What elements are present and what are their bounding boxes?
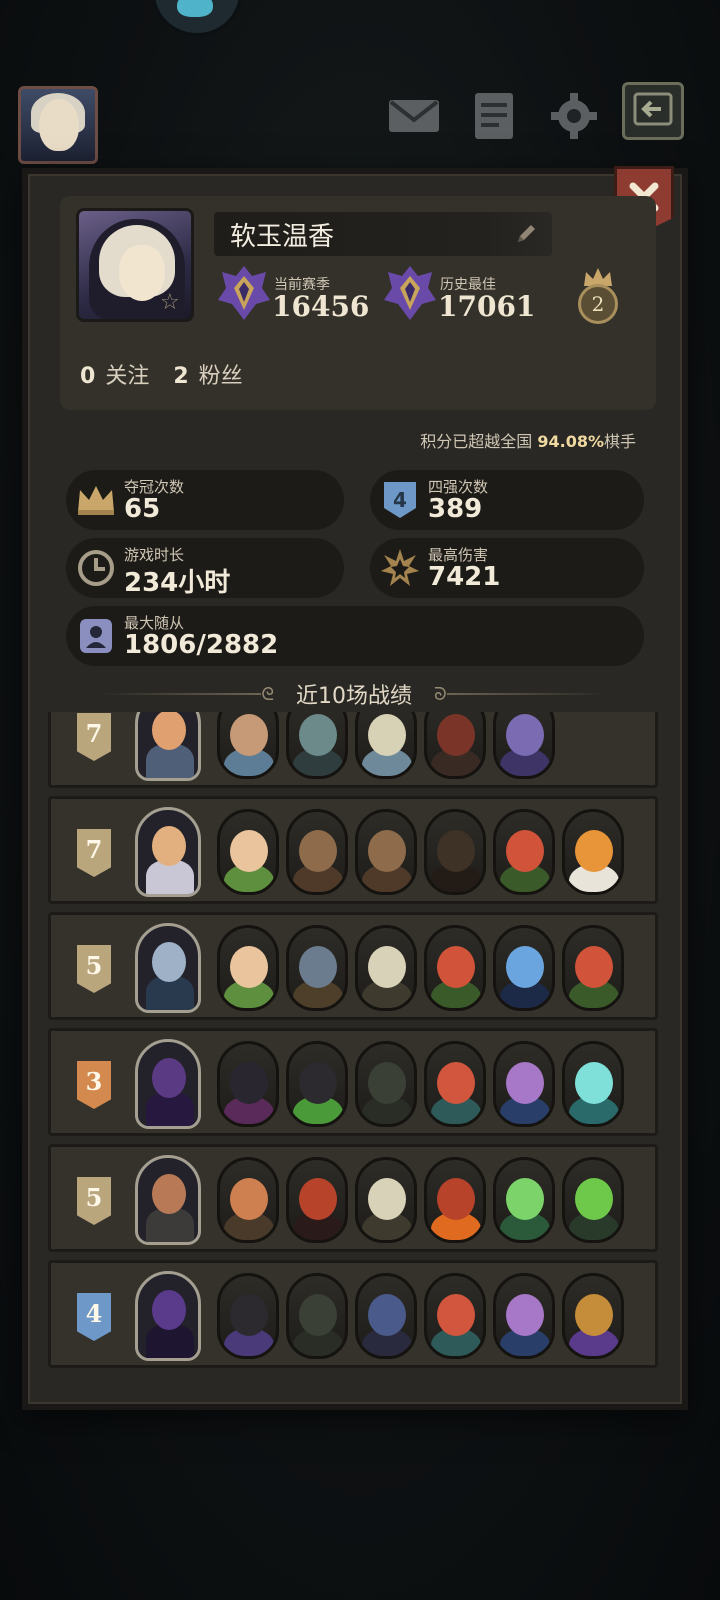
following-count: 0	[80, 364, 96, 389]
recent-battles-header: ᘓ 近10场战绩 ᘐ	[100, 676, 608, 712]
unit-portrait	[493, 1041, 555, 1127]
unit-portrait	[424, 1157, 486, 1243]
gear-icon[interactable]	[546, 88, 602, 144]
unit-portrait	[424, 1273, 486, 1359]
hero-portrait	[135, 1271, 201, 1361]
unit-portrait	[217, 809, 279, 895]
section-title: 近10场战绩	[296, 684, 412, 709]
best-rank-emblem-icon	[380, 262, 440, 328]
unit-portrait	[424, 925, 486, 1011]
top4-shield-icon: 4	[378, 478, 422, 522]
unit-portrait	[286, 1041, 348, 1127]
unit-portrait	[355, 712, 417, 779]
stat-max-damage: 最高伤害 7421	[370, 538, 644, 598]
unit-portrait	[562, 1157, 624, 1243]
battle-history-list[interactable]: 7 7 5 3 5 4	[46, 712, 660, 1372]
player-name: 软玉温香	[230, 221, 335, 252]
unit-portrait	[424, 1041, 486, 1127]
best-score: 17061	[438, 290, 536, 323]
swirl-ornament-icon: ᘓ	[261, 683, 274, 705]
hero-portrait	[135, 712, 201, 781]
current-season-rank: 当前赛季 16456	[214, 262, 374, 324]
unit-portrait	[217, 925, 279, 1011]
placement-badge: 5	[77, 945, 111, 993]
battle-row[interactable]: 5	[48, 912, 658, 1020]
crown-level-badge[interactable]: 2	[578, 266, 618, 324]
hero-portrait	[135, 1155, 201, 1245]
unit-portrait	[562, 925, 624, 1011]
unit-portrait	[562, 809, 624, 895]
season-score: 16456	[272, 290, 370, 323]
pencil-icon[interactable]	[514, 222, 538, 250]
following-label: 关注	[105, 364, 150, 389]
percentile-text: 积分已超越全国 94.08%棋手	[420, 432, 636, 451]
placement-badge: 3	[77, 1061, 111, 1109]
follow-stats[interactable]: 0 关注 2 粉丝	[80, 358, 243, 390]
placement-badge: 7	[77, 713, 111, 761]
unit-portrait	[562, 1041, 624, 1127]
explosion-icon	[378, 546, 422, 590]
stat-wins: 夺冠次数 65	[66, 470, 344, 530]
avatar-star-icon: ☆	[160, 290, 180, 315]
battle-row[interactable]: 7	[48, 712, 658, 788]
placement-badge: 7	[77, 829, 111, 877]
stat-top4: 4 四强次数 389	[370, 470, 644, 530]
clock-icon	[74, 546, 118, 590]
battle-row[interactable]: 4	[48, 1260, 658, 1368]
svg-text:4: 4	[393, 488, 407, 512]
hero-portrait	[135, 1039, 201, 1129]
stat-playtime: 游戏时长 234小时	[66, 538, 344, 598]
exit-icon	[633, 92, 673, 130]
placement-badge: 4	[77, 1293, 111, 1341]
battle-row[interactable]: 3	[48, 1028, 658, 1136]
stat-max-followers: 最大随从 1806/2882	[66, 606, 644, 666]
season-rank-emblem-icon	[214, 262, 274, 328]
player-name-bar[interactable]: 软玉温香	[214, 212, 552, 256]
unit-portrait	[286, 1157, 348, 1243]
follower-icon	[74, 614, 118, 658]
unit-portrait	[493, 809, 555, 895]
crown-icon	[74, 478, 118, 522]
unit-portrait	[493, 1273, 555, 1359]
unit-portrait	[355, 1273, 417, 1359]
mail-icon[interactable]	[386, 88, 442, 144]
unit-portrait	[286, 712, 348, 779]
unit-portrait	[493, 925, 555, 1011]
unit-portrait	[355, 925, 417, 1011]
fans-count: 2	[173, 364, 189, 389]
best-rank: 历史最佳 17061	[380, 262, 540, 324]
unit-portrait	[355, 1041, 417, 1127]
unit-portrait	[286, 1273, 348, 1359]
unit-portrait	[355, 1157, 417, 1243]
unit-portrait	[424, 809, 486, 895]
unit-portrait	[217, 712, 279, 779]
notes-icon[interactable]	[466, 88, 522, 144]
unit-portrait	[493, 712, 555, 779]
unit-portrait	[286, 809, 348, 895]
placement-badge: 5	[77, 1177, 111, 1225]
unit-portrait	[424, 712, 486, 779]
hero-portrait	[135, 807, 201, 897]
unit-portrait	[493, 1157, 555, 1243]
fans-label: 粉丝	[198, 364, 243, 389]
unit-portrait	[355, 809, 417, 895]
unit-portrait	[217, 1157, 279, 1243]
unit-portrait	[562, 1273, 624, 1359]
battle-row[interactable]: 7	[48, 796, 658, 904]
unit-portrait	[217, 1041, 279, 1127]
swirl-ornament-icon: ᘐ	[434, 683, 447, 705]
hero-portrait	[135, 923, 201, 1013]
player-avatar-thumbnail[interactable]	[18, 86, 98, 164]
unit-portrait	[286, 925, 348, 1011]
unit-portrait	[217, 1273, 279, 1359]
exit-button[interactable]	[622, 82, 684, 140]
battle-row[interactable]: 5	[48, 1144, 658, 1252]
